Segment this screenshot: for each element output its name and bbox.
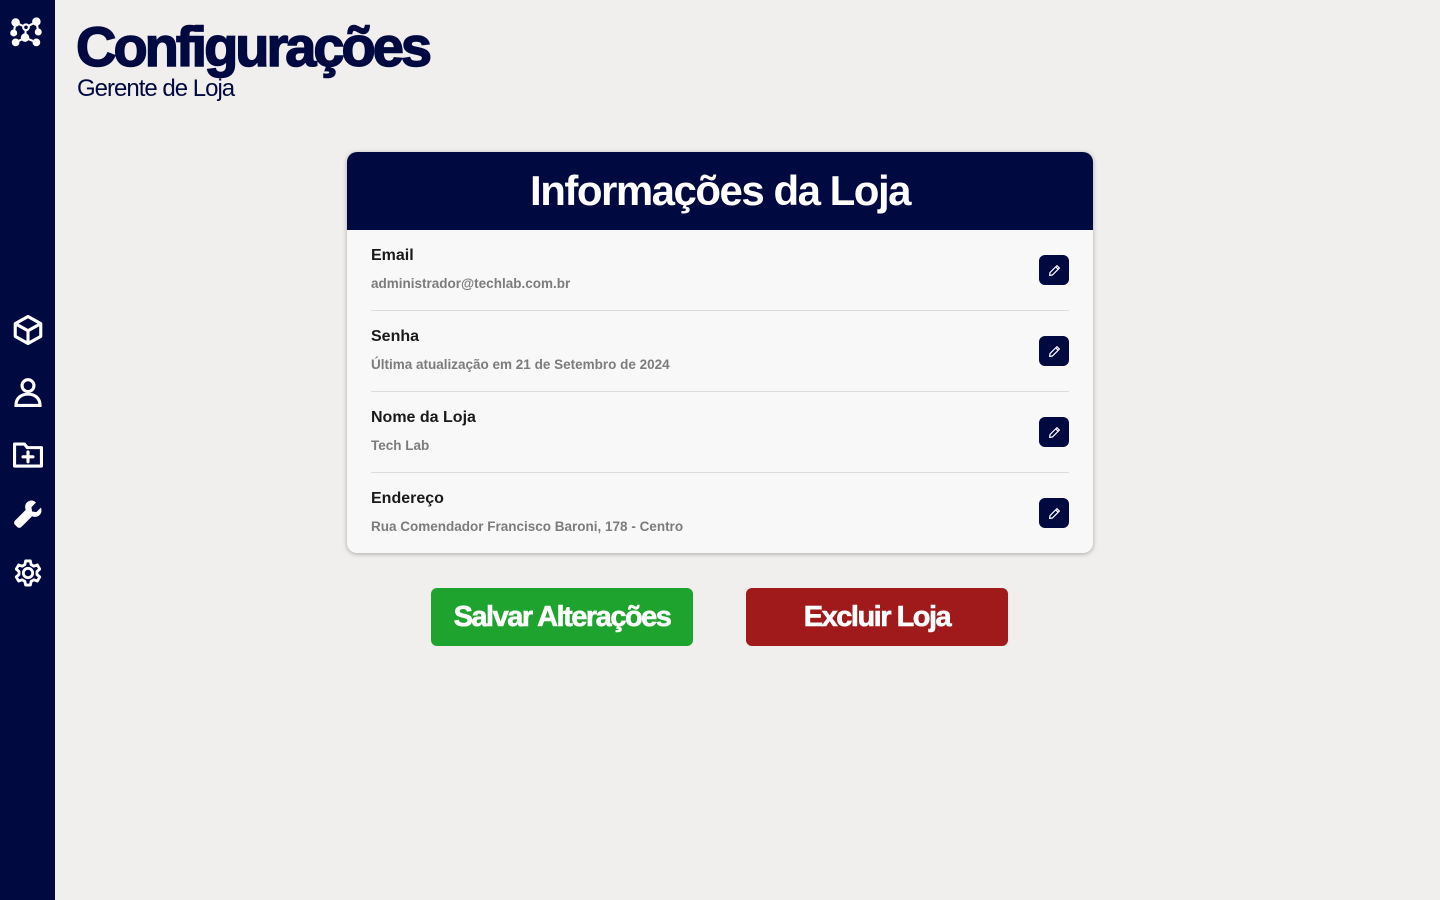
pencil-icon [1048,507,1060,519]
delete-store-button[interactable]: Excluir Loja [746,588,1008,646]
info-row-value: Tech Lab [371,438,430,453]
edit-password-button[interactable] [1039,336,1069,366]
wrench-icon[interactable] [10,496,46,532]
info-row-label: Endereço [371,490,444,507]
info-row-value: Última atualização em 21 de Setembro de … [371,357,670,372]
page-title: Configurações [75,14,433,79]
sidebar [0,0,55,900]
info-row-label: Senha [371,328,420,345]
user-icon[interactable] [10,374,46,410]
info-row-store-name: Nome da Loja Tech Lab [371,392,1069,473]
info-row-value: Rua Comendador Francisco Baroni, 178 - C… [371,519,684,534]
info-row-label: Email [371,247,414,264]
info-row-label: Nome da Loja [371,409,476,426]
info-row-value: administrador@techlab.com.br [371,276,571,291]
card-title: Informações da Loja [530,167,911,214]
store-info-card: Informações da Loja Email administrador@… [347,152,1093,553]
edit-store-name-button[interactable] [1039,417,1069,447]
save-changes-button[interactable]: Salvar Alterações [431,588,693,646]
folder-plus-icon[interactable] [10,436,46,472]
info-row-address: Endereço Rua Comendador Francisco Baroni… [371,473,1069,553]
gear-icon[interactable] [10,555,46,591]
pencil-icon [1048,264,1060,276]
molecule-logo-icon [8,14,44,50]
pencil-icon [1048,426,1060,438]
pencil-icon [1048,345,1060,357]
card-header: Informações da Loja [347,152,1093,230]
edit-email-button[interactable] [1039,255,1069,285]
cube-icon[interactable] [10,312,46,348]
info-row-password: Senha Última atualização em 21 de Setemb… [371,311,1069,392]
info-list: Email administrador@techlab.com.br Senha… [347,230,1093,553]
page-subtitle: Gerente de Loja [77,75,235,102]
info-row-email: Email administrador@techlab.com.br [371,230,1069,311]
edit-address-button[interactable] [1039,498,1069,528]
